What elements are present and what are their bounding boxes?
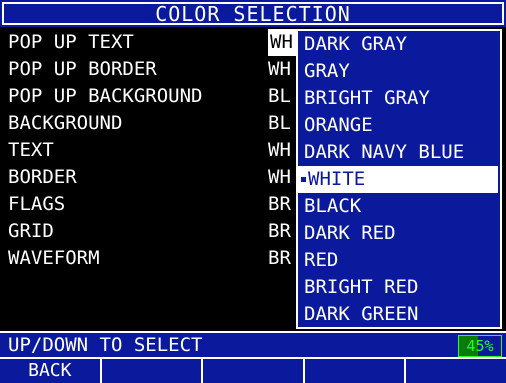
battery-label: 45% [466,336,494,355]
dropdown-option-label: BRIGHT GRAY [304,87,430,109]
page-title: COLOR SELECTION [155,1,351,26]
menu-item-label[interactable]: TEXT [8,137,54,164]
menu-item-label[interactable]: BACKGROUND [8,110,122,137]
dropdown-option[interactable]: DARK NAVY BLUE [304,139,498,166]
softkey-5[interactable] [406,359,506,383]
back-softkey[interactable]: BACK [0,359,102,383]
dropdown-option[interactable]: DARK GREEN [304,301,498,328]
dropdown-option-label: DARK RED [304,222,396,244]
dropdown-option[interactable]: BRIGHT RED [304,274,498,301]
dropdown-option[interactable]: DARK RED [304,220,498,247]
dropdown-option-label: GRAY [304,60,350,82]
dropdown-option[interactable]: BRIGHT GRAY [304,85,498,112]
menu-item-label[interactable]: FLAGS [8,191,65,218]
dropdown-option-label: DARK NAVY BLUE [304,141,465,163]
dropdown-option-label: DARK GREEN [304,303,419,325]
menu-item-label[interactable]: POP UP TEXT [8,29,134,56]
dropdown-option[interactable]: BLACK [304,193,498,220]
color-selection-screen: COLOR SELECTION POP UP TEXT WH POP UP BORD… [0,0,506,383]
selection-marker-icon [301,177,306,182]
menu-item-label[interactable]: POP UP BORDER [8,56,157,83]
menu-item-label[interactable]: BORDER [8,164,77,191]
dropdown-option-label: RED [304,249,339,271]
menu-item-label[interactable]: GRID [8,218,54,245]
menu-item-label[interactable]: POP UP BACKGROUND [8,83,202,110]
menu-item-label[interactable]: WAVEFORM [8,245,100,272]
color-dropdown[interactable]: DARK GRAY GRAY BRIGHT GRAY ORANGE DARK NAVY … [296,29,502,329]
dropdown-option[interactable]: DARK GRAY [304,31,498,58]
softkey-2[interactable] [102,359,204,383]
dropdown-option-label: BLACK [304,195,362,217]
dropdown-option[interactable]: RED [304,247,498,274]
softkey-4[interactable] [305,359,407,383]
status-message: UP/DOWN TO SELECT [8,333,203,356]
dropdown-option[interactable]: WHITE [298,166,498,193]
softkey-3[interactable] [203,359,305,383]
dropdown-option[interactable]: GRAY [304,58,498,85]
dropdown-option-label: BRIGHT RED [304,276,419,298]
dropdown-option-label: WHITE [308,168,366,190]
title-bar: COLOR SELECTION [0,0,506,27]
dropdown-option-label: ORANGE [304,114,373,136]
softkey-bar: BACK [0,357,506,383]
status-bar: UP/DOWN TO SELECT 45% [0,331,506,357]
battery-indicator: 45% [458,335,502,357]
dropdown-option[interactable]: ORANGE [304,112,498,139]
dropdown-option-label: DARK GRAY [304,33,407,55]
